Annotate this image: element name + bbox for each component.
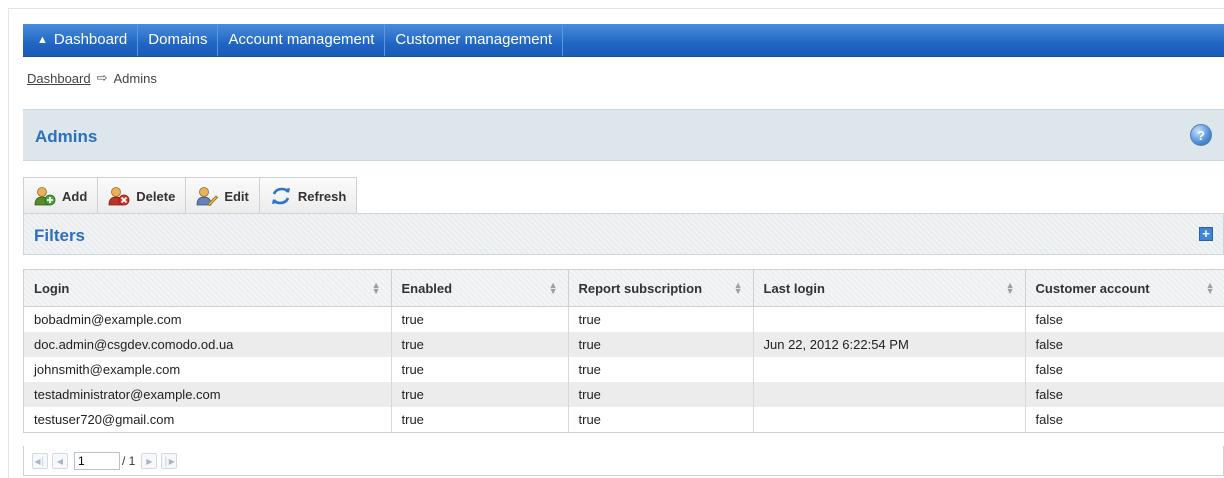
column-header-label: Report subscription [578,280,703,296]
toolbar: Add Delete Edit Refresh [23,177,358,214]
nav-item-label: Dashboard [53,31,128,48]
filters-panel[interactable]: Filters + [23,213,1224,255]
help-icon[interactable]: ? [1190,124,1212,146]
arrow-right-icon: ⇨ [96,70,108,85]
cell-report-subscription: true [568,332,754,357]
column-header-report-subscription[interactable]: Report subscription ▲ ▼ [568,270,754,307]
cell-enabled: true [391,332,569,357]
sort-icon[interactable]: ▲ ▼ [1006,281,1015,296]
add-button-label: Add [62,188,88,204]
add-button[interactable]: Add [24,178,99,214]
sort-icon[interactable]: ▲ ▼ [734,281,743,296]
table-row[interactable]: testadministrator@example.com true true … [24,382,1224,407]
breadcrumb-current: Admins [113,70,157,86]
table-row[interactable]: testuser720@gmail.com true true false [24,407,1224,432]
column-header-customer-account[interactable]: Customer account ▲ ▼ [1025,270,1224,307]
plus-icon[interactable]: + [1199,227,1213,241]
cell-report-subscription: true [568,306,754,332]
next-page-icon[interactable]: ▶ [141,452,158,469]
cell-customer-account: false [1025,357,1224,382]
breadcrumb: Dashboard ⇨ Admins [27,70,157,86]
column-header-enabled[interactable]: Enabled ▲ ▼ [391,270,569,307]
cell-report-subscription: true [568,382,754,407]
sort-icon[interactable]: ▲ ▼ [549,281,558,296]
cell-customer-account: false [1025,306,1224,332]
last-page-icon[interactable]: │▶ [161,452,178,469]
admins-table: Login ▲ ▼ Enabled ▲ ▼ Report subscription ▲ ▼ … [23,269,1224,433]
refresh-button[interactable]: Refresh [260,178,356,214]
cell-last-login [753,306,1026,332]
delete-user-icon [108,186,130,206]
panel-header: Admins ? [23,109,1224,161]
cell-enabled: true [391,357,569,382]
nav-item-dashboard[interactable]: ▲ Dashboard [23,24,139,56]
nav-item-account-management[interactable]: Account management [218,24,386,56]
add-user-icon [34,186,56,206]
nav-item-label: Domains [148,31,208,48]
cell-customer-account: false [1025,382,1224,407]
table-row[interactable]: doc.admin@csgdev.comodo.od.ua true true … [24,332,1224,357]
filters-title: Filters [34,226,86,245]
cell-last-login [753,357,1026,382]
nav-item-label: Account management [228,31,375,48]
pagination-bar: ◀│ ◀ / 1 ▶ │▶ [23,446,1224,476]
home-icon: ▲ [37,34,48,46]
refresh-icon [270,186,292,206]
sort-icon[interactable]: ▲ ▼ [372,281,381,296]
page-number-input[interactable] [74,451,120,470]
cell-customer-account: false [1025,332,1224,357]
nav-item-domains[interactable]: Domains [138,24,219,56]
refresh-button-label: Refresh [297,188,347,204]
column-header-login[interactable]: Login ▲ ▼ [24,270,392,307]
table-header-row: Login ▲ ▼ Enabled ▲ ▼ Report subscription ▲ ▼ … [24,270,1224,307]
delete-button[interactable]: Delete [98,178,187,214]
column-header-last-login[interactable]: Last login ▲ ▼ [753,270,1026,307]
table-row[interactable]: johnsmith@example.com true true false [24,357,1224,382]
cell-last-login [753,407,1026,432]
cell-login: bobadmin@example.com [24,306,392,332]
cell-report-subscription: true [568,357,754,382]
nav-item-label: Customer management [395,31,553,48]
cell-enabled: true [391,306,569,332]
cell-login: testuser720@gmail.com [24,407,392,432]
cell-login: testadministrator@example.com [24,382,392,407]
first-page-icon[interactable]: ◀│ [32,452,48,469]
breadcrumb-link-dashboard[interactable]: Dashboard [27,71,91,86]
page-title: Admins [35,127,98,146]
column-header-label: Login [34,280,70,296]
cell-report-subscription: true [568,407,754,432]
cell-last-login: Jun 22, 2012 6:22:54 PM [753,332,1026,357]
edit-button-label: Edit [224,188,249,204]
main-nav-bar: ▲ Dashboard Domains Account management Cu… [23,24,1224,57]
column-header-label: Last login [763,280,825,296]
prev-page-icon[interactable]: ◀ [52,452,68,469]
edit-button[interactable]: Edit [186,178,260,214]
delete-button-label: Delete [136,188,176,204]
table-row[interactable]: bobadmin@example.com true true false [24,306,1224,332]
nav-item-customer-management[interactable]: Customer management [385,24,564,56]
cell-enabled: true [391,382,569,407]
cell-login: johnsmith@example.com [24,357,392,382]
column-header-label: Customer account [1035,280,1150,296]
cell-last-login [753,382,1026,407]
page-total: / 1 [122,453,136,468]
edit-user-icon [196,186,219,207]
column-header-label: Enabled [401,280,453,296]
cell-enabled: true [391,407,569,432]
cell-customer-account: false [1025,407,1224,432]
sort-icon[interactable]: ▲ ▼ [1206,281,1215,296]
cell-login: doc.admin@csgdev.comodo.od.ua [24,332,392,357]
